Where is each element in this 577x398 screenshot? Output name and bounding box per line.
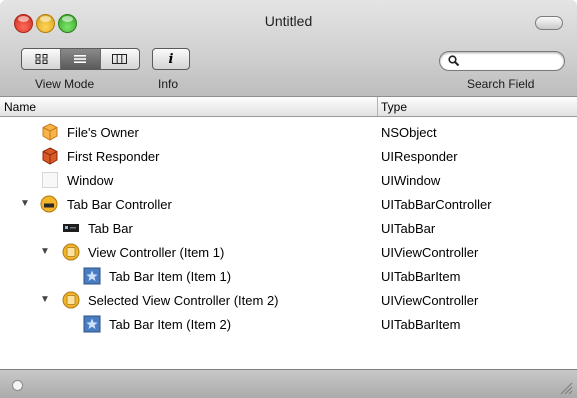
column-view-button[interactable] (101, 49, 139, 69)
disclosure-triangle-expanded-icon[interactable]: ▼ (40, 246, 50, 257)
column-divider[interactable] (377, 97, 378, 116)
disclosure-triangle-expanded-icon[interactable]: ▼ (40, 294, 50, 305)
disclosure-triangle-expanded-icon[interactable]: ▼ (20, 198, 30, 209)
list-item[interactable]: Tab Bar UITabBar (0, 216, 577, 240)
list-item[interactable]: ▼ Tab Bar Controller UITabBarController (0, 192, 577, 216)
red-cube-icon (42, 147, 58, 165)
row-type: UITabBar (381, 221, 436, 236)
row-name: Tab Bar Item (Item 2) (109, 317, 232, 332)
window-title: Untitled (264, 13, 313, 29)
row-type: UITabBarItem (381, 317, 461, 332)
row-type: UITabBarController (381, 197, 492, 212)
document-outline: File's Owner NSObject First Responder UI… (0, 117, 577, 369)
view-mode-label: View Mode (35, 77, 95, 91)
list-view-button[interactable] (61, 49, 101, 69)
tab-bar-controller-icon (40, 195, 58, 213)
list-item[interactable]: First Responder UIResponder (0, 144, 577, 168)
document-window: Untitled View Mode i Info Search Field N… (0, 0, 577, 398)
status-indicator-icon (12, 380, 23, 391)
row-name: View Controller (Item 1) (88, 245, 225, 260)
list-item[interactable]: Tab Bar Item (Item 2) UITabBarItem (0, 312, 577, 336)
info-icon: i (168, 51, 174, 67)
resize-grip-icon[interactable] (559, 381, 573, 395)
list-item[interactable]: ▼ Selected View Controller (Item 2) UIVi… (0, 288, 577, 312)
search-field-label: Search Field (467, 77, 535, 91)
row-type: UITabBarItem (381, 269, 461, 284)
window-icon (42, 172, 58, 188)
window-bottom-bar (0, 369, 577, 398)
row-type: UIViewController (381, 245, 479, 260)
outline-header: Name Type (0, 97, 577, 117)
name-column-header[interactable]: Name (4, 100, 36, 114)
row-type: UIViewController (381, 293, 479, 308)
row-name: First Responder (67, 149, 160, 164)
icon-view-button[interactable] (22, 49, 62, 69)
search-field[interactable] (439, 51, 565, 71)
tab-bar-item-icon (83, 315, 101, 333)
list-view-icon (74, 55, 87, 63)
list-item[interactable]: File's Owner NSObject (0, 120, 577, 144)
list-item[interactable]: ▼ View Controller (Item 1) UIViewControl… (0, 240, 577, 264)
view-controller-icon (62, 243, 80, 261)
icon-view-icon (35, 54, 48, 64)
row-name: Selected View Controller (Item 2) (88, 293, 279, 308)
row-name: Tab Bar Controller (67, 197, 172, 212)
toolbar-toggle-button[interactable] (535, 16, 563, 30)
info-button[interactable]: i (152, 48, 190, 70)
row-type: NSObject (381, 125, 437, 140)
row-type: UIWindow (381, 173, 441, 188)
list-item[interactable]: Window UIWindow (0, 168, 577, 192)
list-item[interactable]: Tab Bar Item (Item 1) UITabBarItem (0, 264, 577, 288)
view-controller-icon (62, 291, 80, 309)
info-label: Info (158, 77, 179, 91)
row-name: File's Owner (67, 125, 139, 140)
cube-icon (42, 123, 58, 141)
tab-bar-item-icon (83, 267, 101, 285)
column-view-icon (112, 54, 128, 64)
window-toolbar: Untitled View Mode i Info Search Field (0, 0, 577, 97)
row-name: Window (67, 173, 114, 188)
row-name: Tab Bar (88, 221, 133, 236)
type-column-header[interactable]: Type (381, 100, 407, 114)
row-type: UIResponder (381, 149, 458, 164)
view-mode-segmented-control[interactable] (21, 48, 140, 70)
tab-bar-icon (63, 224, 79, 232)
search-icon (448, 55, 460, 67)
row-name: Tab Bar Item (Item 1) (109, 269, 232, 284)
